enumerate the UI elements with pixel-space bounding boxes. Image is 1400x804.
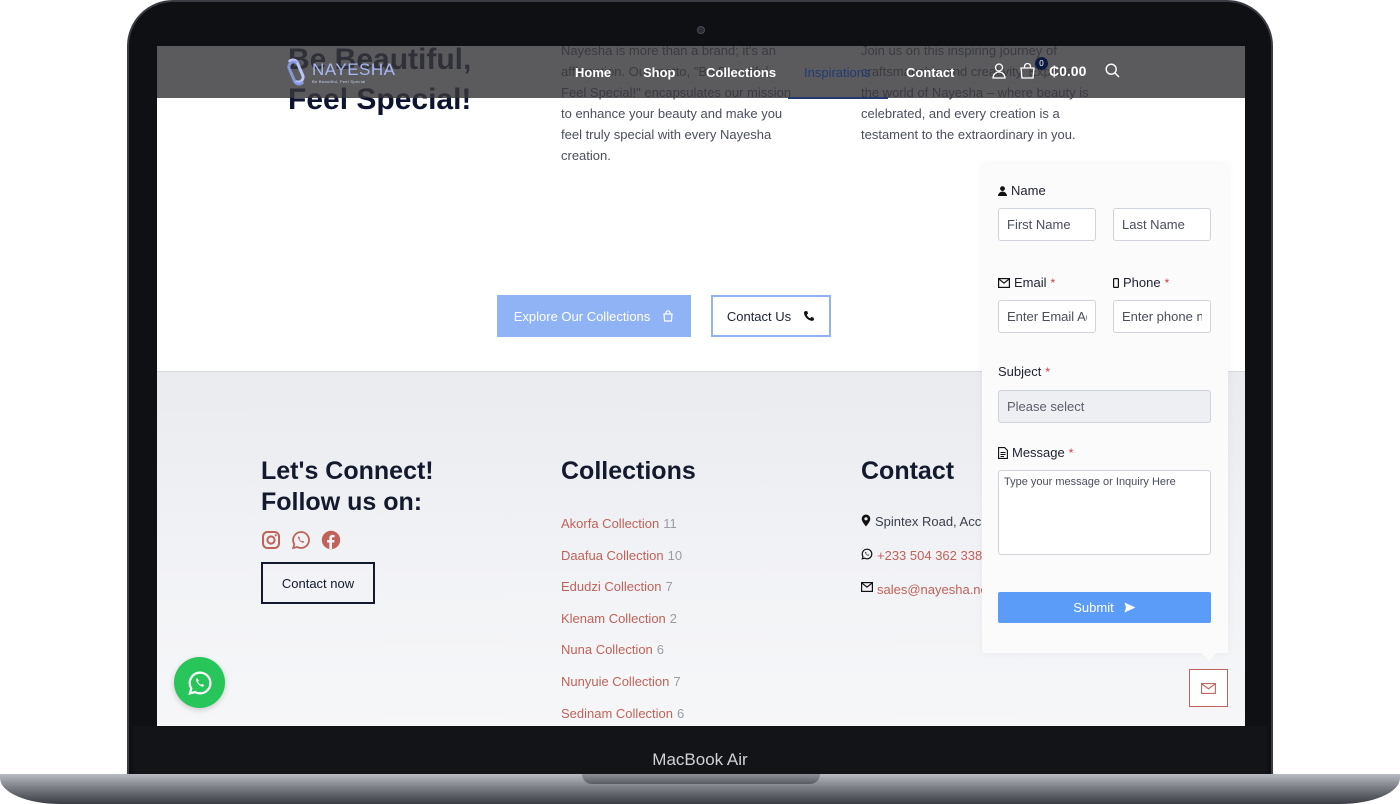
phone-input[interactable] (1113, 300, 1211, 333)
nav-shop[interactable]: Shop (643, 65, 676, 80)
list-item[interactable]: Klenam Collection 2 (561, 611, 684, 643)
logo-mark-icon (287, 58, 305, 86)
message-label: Message (1012, 445, 1065, 460)
phone-icon (804, 311, 815, 321)
contact-us-label: Contact Us (726, 308, 792, 324)
shopping-bag-icon (663, 310, 673, 322)
facebook-icon[interactable] (321, 530, 341, 550)
device-label: MacBook Air (652, 750, 748, 769)
panel-pointer (1202, 653, 1216, 661)
subject-label-row: Subject * (998, 364, 1050, 379)
subject-label: Subject (998, 364, 1042, 379)
collection-link[interactable]: Nunyuie Collection (561, 674, 669, 689)
collection-count: 6 (656, 642, 665, 658)
contact-phone-link[interactable]: +233 504 362 338 (877, 548, 982, 563)
browser-viewport: Be Beautiful, Feel Special! Nayesha is m… (157, 46, 1245, 726)
nav-contact[interactable]: Contact (906, 65, 954, 80)
logo-tagline: Be Beautiful, Feel Special (312, 78, 366, 84)
mobile-phone-icon (1113, 277, 1119, 288)
collection-count: 7 (673, 673, 681, 689)
collection-link[interactable]: Daafua Collection (561, 548, 664, 563)
user-icon (998, 185, 1007, 196)
social-links (261, 530, 341, 550)
name-label-row: Name (998, 183, 1046, 198)
phone-label: Phone (1123, 275, 1161, 290)
required-marker: * (1164, 275, 1170, 290)
envelope-icon (1201, 682, 1216, 694)
explore-collections-label: Explore Our Collections (513, 308, 651, 324)
contact-details: Spintex Road, Accr +233 504 362 338 sale… (861, 514, 988, 616)
collection-count: 2 (669, 610, 678, 626)
email-label: Email (1014, 275, 1047, 290)
last-name-input[interactable] (1113, 208, 1211, 241)
contact-email-link[interactable]: sales@nayesha.ne (877, 582, 988, 597)
list-item[interactable]: Nuna Collection 6 (561, 642, 684, 674)
contact-phone-row[interactable]: +233 504 362 338 (861, 548, 988, 582)
collection-count: 11 (663, 516, 677, 531)
collections-heading: Collections (561, 457, 696, 485)
collection-link[interactable]: Akorfa Collection (561, 516, 659, 531)
whatsapp-icon[interactable] (291, 530, 311, 550)
map-pin-icon (861, 514, 871, 527)
message-textarea[interactable] (998, 470, 1211, 555)
logo-wordmark: NAYESHA (312, 59, 396, 79)
collection-link[interactable]: Klenam Collection (561, 611, 666, 626)
contact-now-button[interactable]: Contact now (261, 562, 375, 604)
collection-link[interactable]: Sedinam Collection (561, 706, 673, 721)
cart-total[interactable]: ₵0.00 (1049, 63, 1086, 79)
list-item[interactable]: Sedinam Collection 6 (561, 706, 684, 726)
contact-address-row: Spintex Road, Accr (861, 514, 988, 548)
contact-form-panel: Name Email * Phone * Subject * Please se… (982, 164, 1228, 653)
phone-label-row: Phone * (1113, 275, 1169, 290)
contact-us-button[interactable]: Contact Us (711, 295, 831, 337)
collection-link[interactable]: Nuna Collection (561, 642, 653, 657)
required-marker: * (1050, 275, 1056, 290)
camera-dot (697, 26, 705, 34)
instagram-icon[interactable] (261, 530, 281, 550)
list-item[interactable]: Edudzi Collection 7 (561, 579, 684, 611)
document-icon (998, 446, 1008, 459)
envelope-icon (998, 277, 1010, 288)
contact-heading: Contact (861, 457, 955, 485)
contact-form-toggle[interactable] (1189, 669, 1228, 707)
required-marker: * (1068, 445, 1074, 460)
contact-email-row[interactable]: sales@nayesha.ne (861, 582, 988, 616)
subject-select[interactable]: Please select (998, 390, 1211, 423)
cart-count-badge: 0 (1035, 57, 1048, 70)
name-label: Name (1011, 183, 1046, 198)
nav-inspirations[interactable]: Inspirations (804, 65, 870, 80)
connect-heading: Let's Connect! Follow us on: (261, 457, 434, 516)
collection-link[interactable]: Edudzi Collection (561, 579, 661, 594)
required-marker: * (1045, 364, 1051, 379)
laptop-notch (582, 774, 820, 784)
active-nav-underline (788, 97, 888, 99)
cart-icon[interactable] (1019, 62, 1036, 79)
explore-collections-button[interactable]: Explore Our Collections (497, 295, 691, 337)
user-account-icon[interactable] (992, 63, 1006, 79)
site-header: NAYESHA Be Beautiful, Feel Special Home … (157, 46, 1245, 99)
message-label-row: Message * (998, 445, 1073, 460)
first-name-input[interactable] (998, 208, 1096, 241)
collections-list: Akorfa Collection 11 Daafua Collection 10 … (561, 516, 684, 726)
whatsapp-icon (187, 670, 211, 695)
list-item[interactable]: Nunyuie Collection 7 (561, 674, 684, 706)
collection-count: 7 (665, 579, 673, 595)
list-item[interactable]: Akorfa Collection 11 (561, 516, 684, 548)
whatsapp-chat-button[interactable] (174, 657, 225, 708)
collection-count: 10 (667, 547, 683, 563)
collection-count: 6 (677, 705, 685, 721)
email-label-row: Email * (998, 275, 1055, 290)
send-icon (1124, 602, 1136, 613)
submit-label: Submit (1073, 600, 1114, 615)
whatsapp-small-icon (861, 548, 873, 560)
search-icon[interactable] (1105, 63, 1120, 78)
nav-collections[interactable]: Collections (706, 65, 776, 80)
email-input[interactable] (998, 300, 1096, 333)
submit-button[interactable]: Submit (998, 592, 1211, 623)
envelope-icon (861, 582, 873, 592)
contact-address: Spintex Road, Accr (875, 514, 986, 529)
nav-home[interactable]: Home (575, 65, 611, 80)
list-item[interactable]: Daafua Collection 10 (561, 548, 684, 580)
brand-logo[interactable]: NAYESHA Be Beautiful, Feel Special (283, 58, 396, 86)
